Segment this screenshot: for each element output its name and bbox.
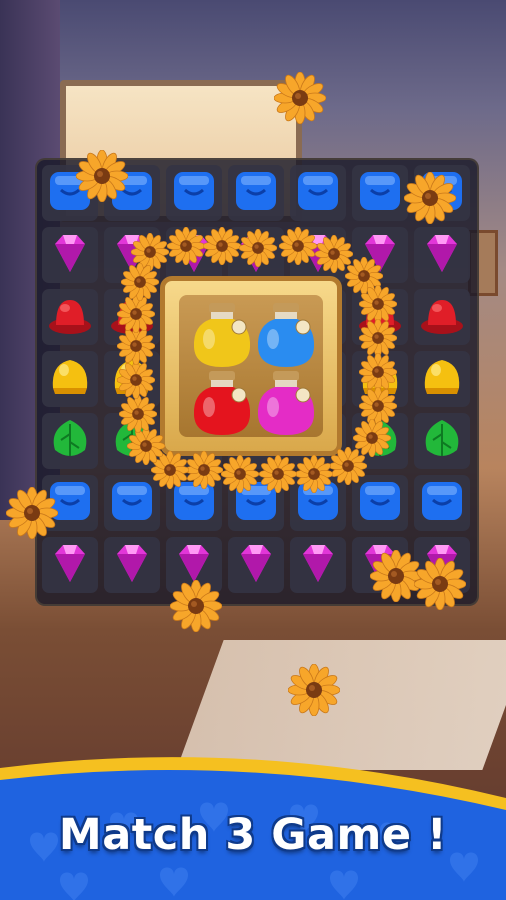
board-cell-block[interactable] xyxy=(228,165,284,221)
sunflower-icon xyxy=(258,454,298,494)
sunflower-icon xyxy=(5,486,59,540)
sunflower-icon xyxy=(413,557,467,611)
jar-shelf xyxy=(179,295,323,437)
hat-piece-icon xyxy=(47,292,93,342)
sunflower-icon xyxy=(169,579,223,633)
hat-piece-icon xyxy=(419,292,465,342)
block-piece-icon xyxy=(171,168,217,218)
board-cell-bell[interactable] xyxy=(42,351,98,407)
sunflower-icon xyxy=(75,149,129,203)
block-piece-icon xyxy=(233,168,279,218)
board-cell-gem[interactable] xyxy=(290,537,346,593)
gem-piece-icon xyxy=(47,540,93,590)
sunflower-icon xyxy=(184,450,224,490)
board-cell-block[interactable] xyxy=(166,165,222,221)
board-cell-hat[interactable] xyxy=(414,289,470,345)
board-cell-gem[interactable] xyxy=(228,537,284,593)
red-jar-icon xyxy=(189,369,255,439)
sunflower-icon xyxy=(116,360,156,400)
sunflower-icon xyxy=(118,394,158,434)
sunflower-icon xyxy=(358,318,398,358)
block-piece-icon xyxy=(357,478,403,528)
yellow-jar-icon xyxy=(189,301,255,371)
gem-piece-icon xyxy=(47,230,93,280)
sunflower-icon xyxy=(238,228,278,268)
board-cell-gem[interactable] xyxy=(42,227,98,283)
game-scene: Match 3 Game ! xyxy=(0,0,506,900)
leaf-piece-icon xyxy=(419,416,465,466)
sunflower-icon xyxy=(328,446,368,486)
gem-piece-icon xyxy=(295,540,341,590)
board-cell-gem[interactable] xyxy=(104,537,160,593)
sunflower-icon xyxy=(278,226,318,266)
title-banner: Match 3 Game ! xyxy=(0,750,506,900)
board-cell-gem[interactable] xyxy=(414,227,470,283)
pink-jar-icon xyxy=(253,369,319,439)
sunflower-icon xyxy=(202,226,242,266)
gem-piece-icon xyxy=(419,230,465,280)
block-piece-icon xyxy=(295,168,341,218)
bell-piece-icon xyxy=(419,354,465,404)
sunflower-icon xyxy=(358,352,398,392)
blue-jar-icon xyxy=(253,301,319,371)
block-piece-icon xyxy=(109,478,155,528)
block-piece-icon xyxy=(419,478,465,528)
sunflower-icon xyxy=(120,262,160,302)
board-cell-block[interactable] xyxy=(414,475,470,531)
board-cell-leaf[interactable] xyxy=(414,413,470,469)
board-cell-gem[interactable] xyxy=(42,537,98,593)
board-cell-leaf[interactable] xyxy=(42,413,98,469)
board-cell-block[interactable] xyxy=(352,165,408,221)
jar-objective-panel xyxy=(160,276,342,456)
sunflower-icon xyxy=(403,171,457,225)
banner-title: Match 3 Game ! xyxy=(58,810,448,860)
board-cell-block[interactable] xyxy=(290,165,346,221)
leaf-piece-icon xyxy=(47,416,93,466)
sunflower-icon xyxy=(358,284,398,324)
sunflower-icon xyxy=(273,71,327,125)
sunflower-icon xyxy=(294,454,334,494)
sunflower-icon xyxy=(287,663,341,717)
board-cell-hat[interactable] xyxy=(42,289,98,345)
block-piece-icon xyxy=(357,168,403,218)
gem-piece-icon xyxy=(109,540,155,590)
sunflower-icon xyxy=(220,454,260,494)
bell-piece-icon xyxy=(47,354,93,404)
gem-piece-icon xyxy=(233,540,279,590)
sunflower-icon xyxy=(166,226,206,266)
board-cell-bell[interactable] xyxy=(414,351,470,407)
